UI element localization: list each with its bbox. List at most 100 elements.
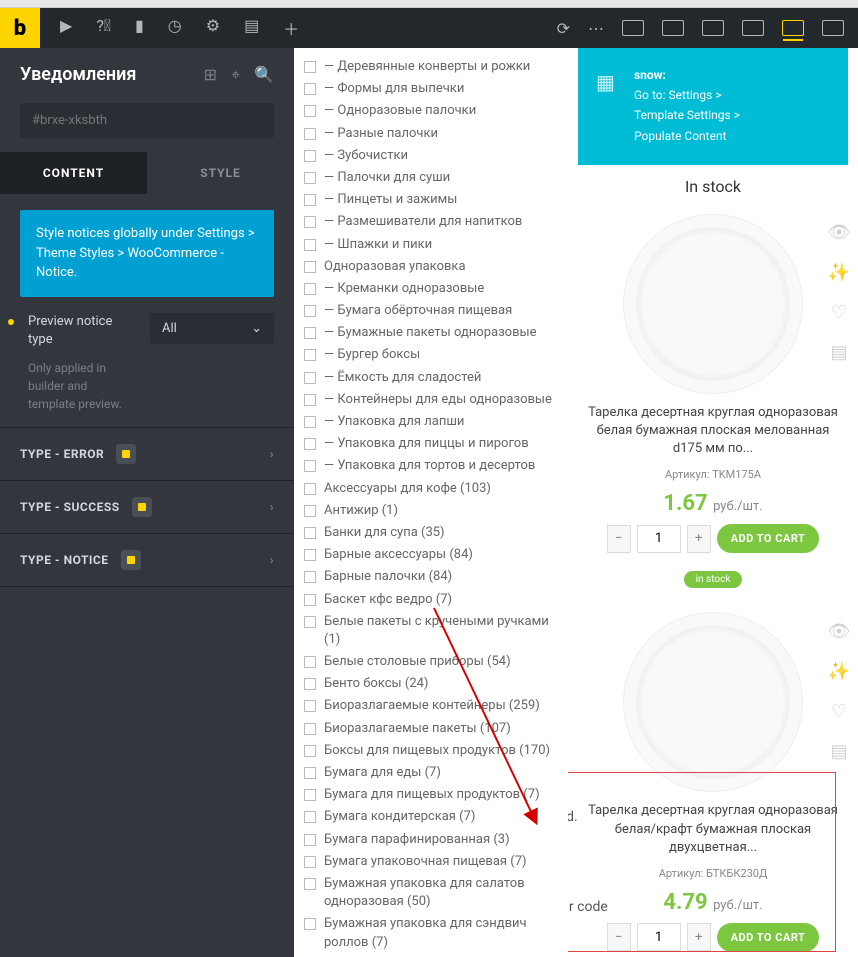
filter-item[interactable]: Боксы для пищевых продуктов (170) [304,740,558,762]
checkbox-icon[interactable] [304,700,316,712]
device-laptop[interactable] [662,20,684,36]
checkbox-icon[interactable] [304,918,316,930]
clipboard-icon[interactable]: ▮ [135,16,144,40]
gear-icon[interactable]: ⚙ [206,16,220,40]
play-icon[interactable]: ▶ [60,16,72,40]
filter-item[interactable]: Антижир (1) [304,500,558,522]
checkbox-icon[interactable] [304,656,316,668]
checkbox-icon[interactable] [304,549,316,561]
filter-item[interactable]: — Контейнеры для еды одноразовые [304,389,558,411]
filter-item[interactable]: — Бумажные пакеты одноразовые [304,322,558,344]
filter-item[interactable]: — Шпажки и пики [304,234,558,256]
accordion-type-error[interactable]: TYPE - ERROR › [0,428,294,480]
eye-icon[interactable]: 👁 [826,220,852,246]
device-desktop[interactable] [622,20,644,36]
checkbox-icon[interactable] [304,856,316,868]
filter-item[interactable]: Барные палочки (84) [304,566,558,588]
filter-item[interactable]: — Креманки одноразовые [304,278,558,300]
filter-item[interactable]: Баскет кфс ведро (7) [304,589,558,611]
add-to-cart-button[interactable]: ADD TO CART [717,524,820,553]
accordion-type-success[interactable]: TYPE - SUCCESS › [0,481,294,533]
checkbox-icon[interactable] [304,216,316,228]
structure-icon[interactable]: ⊞ [204,65,217,85]
checkbox-icon[interactable] [304,239,316,251]
checkbox-icon[interactable] [304,105,316,117]
filter-item[interactable]: Биоразлагаемые контейнеры (259) [304,695,558,717]
filter-item[interactable]: Барные аксессуары (84) [304,544,558,566]
qty-input[interactable] [637,525,681,553]
device-tablet2[interactable] [742,20,764,36]
device-tablet[interactable] [702,20,724,36]
checkbox-icon[interactable] [304,283,316,295]
filter-item[interactable]: — Бургер боксы [304,344,558,366]
filter-item[interactable]: Белые столовые приборы (54) [304,651,558,673]
filter-item[interactable]: — Размешиватели для напитков [304,211,558,233]
checkbox-icon[interactable] [304,505,316,517]
page-icon[interactable]: ▤ [244,16,259,40]
device-mobile2[interactable] [822,20,844,36]
checkbox-icon[interactable] [304,61,316,73]
filter-item[interactable]: Бумага упаковочная пищевая (7) [304,851,558,873]
filter-item[interactable]: Одноразовая упаковка [304,256,558,278]
checkbox-icon[interactable] [304,789,316,801]
filter-item[interactable]: — Ёмкость для сладостей [304,367,558,389]
filter-item[interactable]: Бумага для пищевых продуктов (7) [304,784,558,806]
checkbox-icon[interactable] [304,349,316,361]
heart-icon[interactable]: ♡ [826,300,852,326]
checkbox-icon[interactable] [304,261,316,273]
qty-minus-button[interactable]: − [607,923,631,951]
checkbox-icon[interactable] [304,878,316,890]
sparkle-icon[interactable]: ✨ [826,658,852,684]
app-logo[interactable]: b [0,8,40,48]
checkbox-icon[interactable] [304,194,316,206]
eye-icon[interactable]: 👁 [826,618,852,644]
element-search[interactable] [20,103,274,138]
lock-icon[interactable]: ⌖ [231,65,240,85]
heart-icon[interactable]: ♡ [826,698,852,724]
list-icon[interactable]: ▤ [826,738,852,764]
refresh-icon[interactable]: ⟳ [557,19,570,38]
filter-item[interactable]: — Разные палочки [304,123,558,145]
filter-item[interactable]: — Упаковка для тортов и десертов [304,455,558,477]
checkbox-icon[interactable] [304,594,316,606]
filter-item[interactable]: — Бумага обёрточная пищевая [304,300,558,322]
filter-item[interactable]: Бумага для еды (7) [304,762,558,784]
filter-item[interactable]: Аксессуары для кофе (103) [304,478,558,500]
device-mobile[interactable] [782,20,804,36]
qty-input[interactable] [637,923,681,951]
filter-item[interactable]: Бумага парафинированная (3) [304,829,558,851]
product-title[interactable]: Тарелка десертная круглая одноразовая бе… [578,802,848,857]
filter-item[interactable]: — Упаковка для лапши [304,411,558,433]
product-image[interactable] [623,612,803,792]
filter-item[interactable]: Бумажная упаковка для сэндвич роллов (7) [304,913,558,953]
filter-item[interactable]: — Пинцеты и зажимы [304,189,558,211]
filter-item[interactable]: — Одноразовые палочки [304,100,558,122]
checkbox-icon[interactable] [304,527,316,539]
preview-type-select[interactable]: All ⌄ [150,313,274,344]
checkbox-icon[interactable] [304,327,316,339]
checkbox-icon[interactable] [304,678,316,690]
checkbox-icon[interactable] [304,416,316,428]
search-input[interactable] [20,103,274,138]
filter-item[interactable]: Бенто боксы (24) [304,673,558,695]
checkbox-icon[interactable] [304,745,316,757]
checkbox-icon[interactable] [304,571,316,583]
checkbox-icon[interactable] [304,723,316,735]
checkbox-icon[interactable] [304,394,316,406]
accordion-type-notice[interactable]: TYPE - NOTICE › [0,534,294,586]
more-icon[interactable]: ⋯ [588,19,604,38]
tab-content[interactable]: CONTENT [0,152,147,194]
checkbox-icon[interactable] [304,150,316,162]
help-icon[interactable]: ?⃝ [96,16,111,40]
checkbox-icon[interactable] [304,767,316,779]
history-icon[interactable]: ◷ [168,16,182,40]
tab-style[interactable]: STYLE [147,152,294,194]
checkbox-icon[interactable] [304,128,316,140]
filter-item[interactable]: Биоразлагаемые пакеты (107) [304,718,558,740]
checkbox-icon[interactable] [304,483,316,495]
filter-item[interactable]: Бумага кондитерская (7) [304,806,558,828]
add-icon[interactable]: ＋ [283,16,299,40]
checkbox-icon[interactable] [304,172,316,184]
filter-item[interactable]: — Палочки для суши [304,167,558,189]
list-icon[interactable]: ▤ [826,340,852,366]
